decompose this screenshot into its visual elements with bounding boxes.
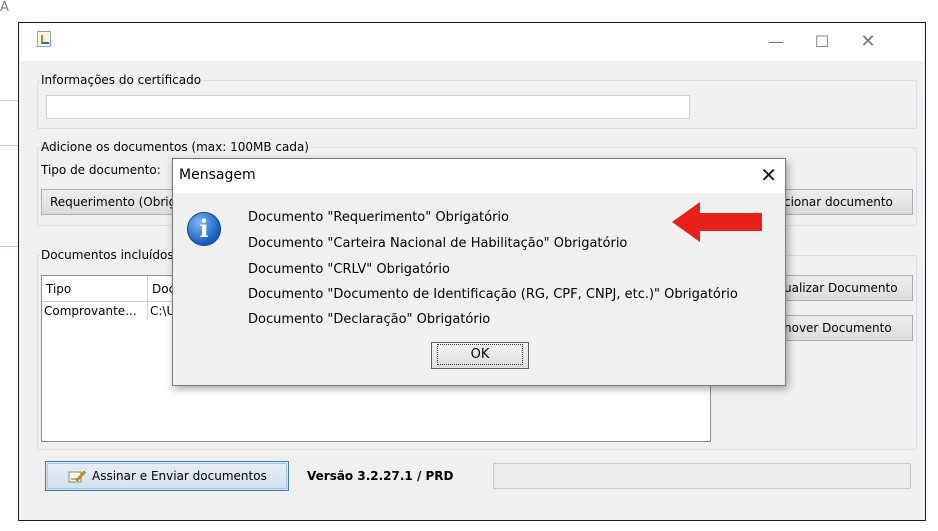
message-line: Documento "Declaração" Obrigatório — [248, 312, 491, 327]
pen-sign-icon — [68, 470, 86, 483]
message-dialog: Mensagem ✕ i Documento "Requerimento" Ob… — [172, 158, 786, 386]
progress-bar — [493, 463, 911, 489]
red-arrow-annotation — [672, 202, 762, 242]
ok-button[interactable]: OK — [431, 342, 529, 369]
java-app-icon — [37, 31, 51, 47]
sign-and-send-button[interactable]: Assinar e Enviar documentos — [45, 461, 289, 491]
minimize-button[interactable]: — — [753, 23, 799, 61]
message-line: Documento "Documento de Identificação (R… — [248, 287, 738, 302]
message-line: Documento "CRLV" Obrigatório — [248, 262, 450, 277]
document-type-select[interactable]: Requerimento (Obrig — [41, 189, 181, 215]
view-document-button[interactable]: ualizar Documento — [773, 275, 913, 301]
background-glyph: A — [0, 0, 9, 15]
table-cell-tipo[interactable]: Comprovante... — [42, 302, 148, 320]
documents-section-label: Adicione os documentos (max: 100MB cada) — [41, 140, 309, 154]
message-line: Documento "Carteira Nacional de Habilita… — [248, 236, 628, 251]
message-line: Documento "Requerimento" Obrigatório — [248, 210, 509, 225]
dialog-close-icon[interactable]: ✕ — [760, 164, 777, 186]
version-label: Versão 3.2.27.1 / PRD — [307, 469, 454, 483]
table-header-tipo[interactable]: Tipo — [42, 276, 148, 302]
window-title-bar[interactable]: — ☐ ✕ — [19, 23, 925, 61]
ok-button-label: OK — [436, 344, 524, 365]
remove-document-button[interactable]: nover Documento — [773, 315, 913, 341]
document-type-label: Tipo de documento: — [41, 163, 161, 177]
information-icon: i — [187, 212, 221, 246]
close-button[interactable]: ✕ — [845, 23, 891, 61]
maximize-button[interactable]: ☐ — [799, 23, 845, 61]
dialog-title-bar[interactable]: Mensagem ✕ — [173, 159, 785, 193]
add-document-button[interactable]: cionar documento — [773, 189, 913, 215]
sign-and-send-label: Assinar e Enviar documentos — [92, 469, 267, 483]
dialog-title: Mensagem — [179, 167, 256, 183]
certificate-info-field[interactable] — [46, 95, 690, 119]
certificate-section-label: Informações do certificado — [41, 73, 202, 87]
included-documents-label: Documentos incluídos — [41, 248, 174, 262]
